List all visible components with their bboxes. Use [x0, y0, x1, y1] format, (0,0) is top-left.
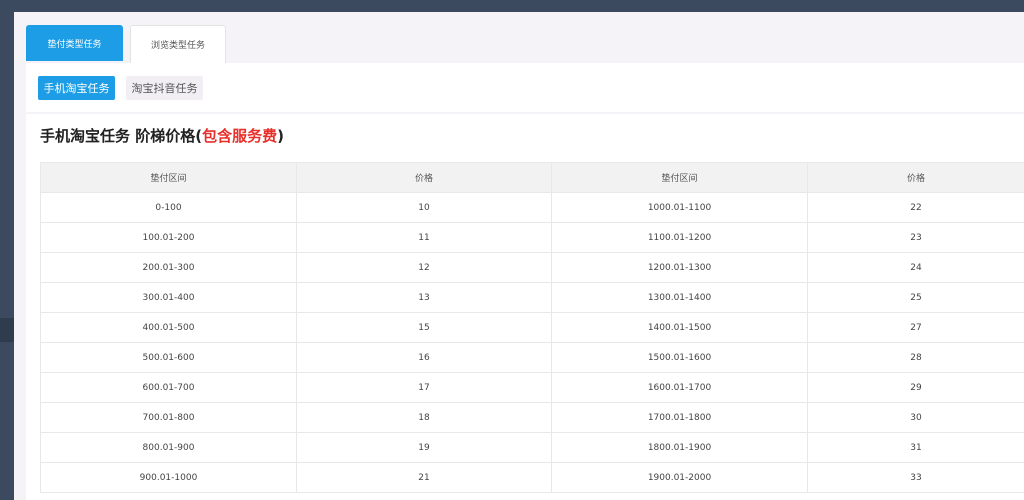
- range-cell: 1400.01-1500: [551, 312, 808, 343]
- table-row: 400.01-500 15 1400.01-1500 27: [40, 312, 1024, 343]
- range-cell: 1600.01-1700: [551, 372, 808, 403]
- range-cell: 1800.01-1900: [551, 432, 808, 463]
- table-row: 500.01-600 16 1500.01-1600 28: [40, 342, 1024, 373]
- title-close: ): [277, 127, 284, 145]
- range-cell: 1300.01-1400: [551, 282, 808, 313]
- range-cell: 900.01-1000: [40, 462, 297, 493]
- table-row: 100.01-200 11 1100.01-1200 23: [40, 222, 1024, 253]
- subtab-mobile-taobao[interactable]: 手机淘宝任务: [38, 76, 115, 100]
- table-row: 800.01-900 19 1800.01-1900 31: [40, 432, 1024, 463]
- range-cell: 1200.01-1300: [551, 252, 808, 283]
- range-cell: 1100.01-1200: [551, 222, 808, 253]
- price-cell: 10: [296, 192, 552, 223]
- table-row: 700.01-800 18 1700.01-1800 30: [40, 402, 1024, 433]
- column-header-range: 垫付区间: [551, 162, 808, 193]
- price-cell: 12: [296, 252, 552, 283]
- range-cell: 800.01-900: [40, 432, 297, 463]
- range-cell: 100.01-200: [40, 222, 297, 253]
- range-cell: 700.01-800: [40, 402, 297, 433]
- range-cell: 1000.01-1100: [551, 192, 808, 223]
- column-header-price: 价格: [296, 162, 552, 193]
- price-cell: 33: [807, 462, 1024, 493]
- range-cell: 500.01-600: [40, 342, 297, 373]
- table-row: 0-100 10 1000.01-1100 22: [40, 192, 1024, 223]
- price-cell: 24: [807, 252, 1024, 283]
- table-header-row: 垫付区间 价格 垫付区间 价格: [40, 162, 1024, 193]
- range-cell: 1500.01-1600: [551, 342, 808, 373]
- table-row: 900.01-1000 21 1900.01-2000 33: [40, 462, 1024, 493]
- price-cell: 19: [296, 432, 552, 463]
- range-cell: 200.01-300: [40, 252, 297, 283]
- price-cell: 21: [296, 462, 552, 493]
- range-cell: 1900.01-2000: [551, 462, 808, 493]
- title-highlight: 包含服务费: [202, 127, 278, 145]
- tab-advance-payment-tasks[interactable]: 垫付类型任务: [26, 25, 123, 61]
- price-cell: 13: [296, 282, 552, 313]
- tab-browse-tasks[interactable]: 浏览类型任务: [130, 25, 226, 63]
- table-row: 600.01-700 17 1600.01-1700 29: [40, 372, 1024, 403]
- price-cell: 17: [296, 372, 552, 403]
- range-cell: 300.01-400: [40, 282, 297, 313]
- price-cell: 18: [296, 402, 552, 433]
- price-cell: 27: [807, 312, 1024, 343]
- range-cell: 600.01-700: [40, 372, 297, 403]
- app-top-bar: [0, 0, 1024, 12]
- range-cell: 0-100: [40, 192, 297, 223]
- subtab-taobao-douyin[interactable]: 淘宝抖音任务: [126, 76, 203, 100]
- range-cell: 400.01-500: [40, 312, 297, 343]
- price-card: 手机淘宝任务 阶梯价格(包含服务费) 垫付区间 价格 垫付区间 价格 0-100…: [26, 114, 1024, 500]
- table-row: 300.01-400 13 1300.01-1400 25: [40, 282, 1024, 313]
- price-cell: 31: [807, 432, 1024, 463]
- task-type-tabs: 垫付类型任务 浏览类型任务: [26, 24, 1024, 63]
- price-cell: 16: [296, 342, 552, 373]
- price-tier-table: 垫付区间 价格 垫付区间 价格 0-100 10 1000.01-1100 22 10…: [40, 162, 1024, 493]
- price-cell: 28: [807, 342, 1024, 373]
- range-cell: 1700.01-1800: [551, 402, 808, 433]
- price-cell: 11: [296, 222, 552, 253]
- page-title: 手机淘宝任务 阶梯价格(包含服务费): [40, 125, 284, 146]
- table-row: 200.01-300 12 1200.01-1300 24: [40, 252, 1024, 283]
- column-header-price: 价格: [807, 162, 1024, 193]
- task-type-card: 垫付类型任务 浏览类型任务 手机淘宝任务 淘宝抖音任务: [26, 24, 1024, 112]
- sidebar-edge: [0, 318, 14, 342]
- price-cell: 22: [807, 192, 1024, 223]
- price-cell: 23: [807, 222, 1024, 253]
- price-cell: 30: [807, 402, 1024, 433]
- price-cell: 29: [807, 372, 1024, 403]
- content-panel: 垫付类型任务 浏览类型任务 手机淘宝任务 淘宝抖音任务 手机淘宝任务 阶梯价格(…: [14, 12, 1024, 500]
- title-text: 手机淘宝任务 阶梯价格(: [40, 127, 203, 145]
- column-header-range: 垫付区间: [40, 162, 297, 193]
- price-cell: 15: [296, 312, 552, 343]
- price-cell: 25: [807, 282, 1024, 313]
